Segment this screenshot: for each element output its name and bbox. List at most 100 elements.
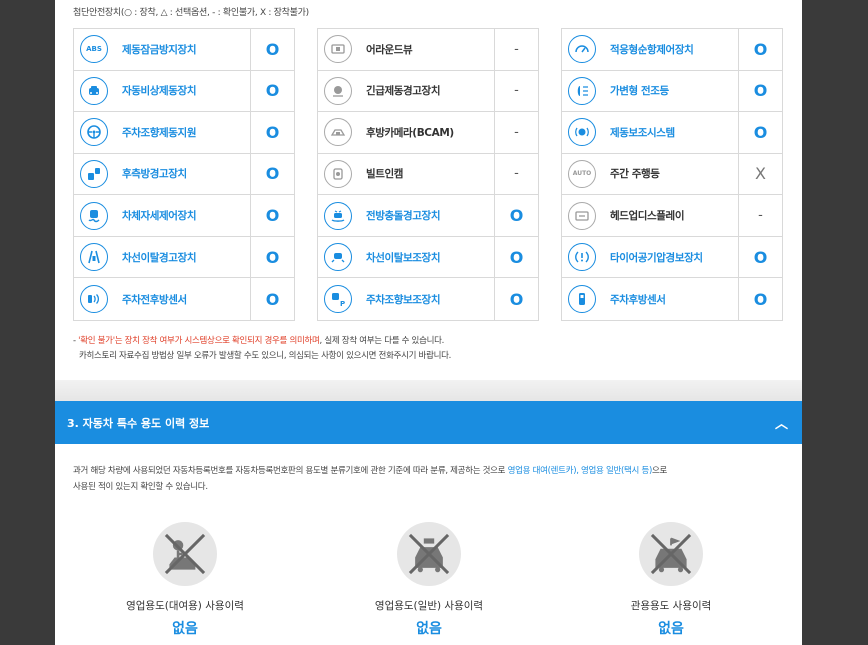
safety-item-status: O [494, 278, 538, 320]
notes: - '확인 불가'는 장치 장착 여부가 시스템상으로 확인되지 경우를 의미하… [73, 334, 451, 364]
note-highlight: '확인 불가'는 장치 장착 여부가 시스템상으로 확인되지 경우를 의미하며 [78, 336, 320, 346]
usage-value: 없음 [658, 621, 684, 637]
safety-item-status: O [738, 29, 782, 70]
usage-history-item: 영업용도(일반) 사용이력 없음 [319, 522, 539, 638]
safety-item-status: O [250, 236, 294, 278]
note-line2: 카히스토리 자료수집 방법상 일부 오류가 발생할 수도 있으니, 의심되는 사… [79, 351, 452, 361]
safety-item-status: O [250, 29, 294, 70]
builtin-cam-icon [324, 159, 352, 188]
parking-assist-icon: P [324, 285, 352, 314]
usage-history-item: 관용용도 사용이력없음 [561, 522, 781, 638]
safety-item-status: - [738, 195, 782, 236]
safety-item-status: X [738, 153, 782, 195]
icon-cell [74, 71, 114, 112]
safety-item-status: O [494, 236, 538, 278]
icon-cell [318, 71, 358, 112]
safety-group-2: 어라운드뷰 - 긴급제동경고장치 - 후방카메라(BCAM) - 빌트인캠 - 전방충돌경고장치… [317, 28, 539, 321]
safety-item-name: 주차조향제동지원 [122, 126, 197, 139]
headlamp-icon [568, 76, 596, 105]
safety-item-status: O [250, 153, 294, 195]
usage-value: 없음 [416, 621, 442, 637]
icon-cell: ABS [74, 29, 114, 70]
safety-group-1: ABS 제동잠금방지장치 O 자동비상제동장치 O 주차조향제동지원 O 후측방경고장치 O 차체… [73, 28, 295, 321]
safety-row: 긴급제동경고장치 - [318, 70, 538, 113]
safety-row: 제동보조시스템 O [562, 112, 782, 154]
icon-cell [562, 71, 602, 112]
safety-item-name: 가변형 전조등 [610, 85, 669, 98]
abs-icon: ABS [80, 35, 108, 64]
icon-cell [318, 237, 358, 278]
usage-history-item: 영업용도(대여용) 사용이력없음 [75, 522, 295, 638]
safety-row: ABS 제동잠금방지장치 O [74, 29, 294, 71]
icon-text: AUTO [572, 170, 592, 178]
section-divider [55, 380, 802, 401]
special-use-section-header[interactable]: 3. 자동차 특수 용도 이력 정보 ︿ [55, 401, 802, 444]
safety-item-name: 제동잠금방지장치 [122, 43, 197, 56]
safety-item-status: O [738, 278, 782, 320]
forward-collision-icon [324, 201, 352, 230]
safety-row: 후측방경고장치 O [74, 153, 294, 196]
icon-cell [318, 112, 358, 153]
safety-item-name: 타이어공기압경보장치 [610, 251, 703, 264]
safety-item-name: 헤드업디스플레이 [610, 210, 685, 223]
safety-item-status: - [494, 112, 538, 153]
icon-cell [562, 29, 602, 70]
safety-item-status: O [738, 236, 782, 278]
chevron-up-icon[interactable]: ︿ [775, 413, 788, 432]
parking-sensor-icon [80, 285, 108, 314]
safety-row: 어라운드뷰 - [318, 29, 538, 71]
icon-cell [562, 195, 602, 236]
rental-car-icon [153, 522, 217, 586]
usage-label: 영업용도(대여용) 사용이력 [126, 600, 244, 612]
lane-assist-icon [324, 243, 352, 272]
icon-cell [74, 278, 114, 320]
tire-pressure-icon [568, 243, 596, 272]
safety-item-status: O [738, 112, 782, 153]
note-rest: , 실제 장착 여부는 다를 수 있습니다. [319, 336, 445, 346]
safety-item-name: 빌트인캠 [366, 168, 404, 181]
icon-cell [318, 195, 358, 236]
icon-cell [318, 154, 358, 195]
safety-item-name: 차체자세제어장치 [122, 210, 197, 223]
safety-item-status: - [494, 29, 538, 70]
around-view-icon [324, 35, 352, 64]
icon-text: ABS [86, 45, 102, 54]
safety-item-status: O [250, 278, 294, 320]
usage-value: 없음 [172, 621, 198, 637]
icon-cell [562, 112, 602, 153]
safety-item-name: 제동보조시스템 [610, 126, 675, 139]
safety-item-name: 주차전후방센서 [122, 293, 187, 306]
safety-item-status: O [738, 70, 782, 112]
safety-item-name: 어라운드뷰 [366, 43, 413, 56]
icon-cell [74, 195, 114, 236]
safety-row: 차체자세제어장치 O [74, 195, 294, 237]
icon-cell [74, 112, 114, 153]
safety-item-name: 차선이탈보조장치 [366, 251, 441, 264]
icon-cell [562, 278, 602, 320]
safety-row: 차선이탈경고장치 O [74, 236, 294, 279]
rear-sensor-icon [568, 285, 596, 314]
safety-row: 헤드업디스플레이 - [562, 195, 782, 237]
safety-item-name: 주간 주행등 [610, 168, 660, 181]
icon-cell: P [318, 278, 358, 320]
safety-item-name: 전방충돌경고장치 [366, 210, 441, 223]
desc-part1: 과거 해당 차량에 사용되었던 자동차등록번호를 자동차등록번호판의 용도별 분… [73, 466, 508, 476]
car-front-icon [80, 76, 108, 105]
usage-label: 관용용도 사용이력 [630, 600, 712, 612]
adaptive-cruise-icon [568, 35, 596, 64]
safety-item-status: O [250, 70, 294, 112]
safety-item-status: - [494, 153, 538, 195]
safety-legend: 첨단안전장치(○ : 장착, △ : 선택옵션, - : 확인불가, X : 장… [73, 8, 309, 18]
icon-cell [74, 237, 114, 278]
section-title: 3. 자동차 특수 용도 이력 정보 [67, 416, 210, 430]
safety-item-status: O [250, 112, 294, 153]
desc-highlight: 영업용 대여(렌트카), 영업용 일반(택시 등) [507, 466, 653, 476]
safety-item-name: 차선이탈경고장치 [122, 251, 197, 264]
government-car-icon [639, 522, 703, 586]
safety-row: 빌트인캠 - [318, 153, 538, 196]
svg-text:P: P [340, 300, 345, 307]
emergency-brake-icon [324, 76, 352, 105]
safety-item-name: 긴급제동경고장치 [366, 85, 441, 98]
stability-control-icon [80, 201, 108, 230]
icon-cell: AUTO [562, 154, 602, 195]
